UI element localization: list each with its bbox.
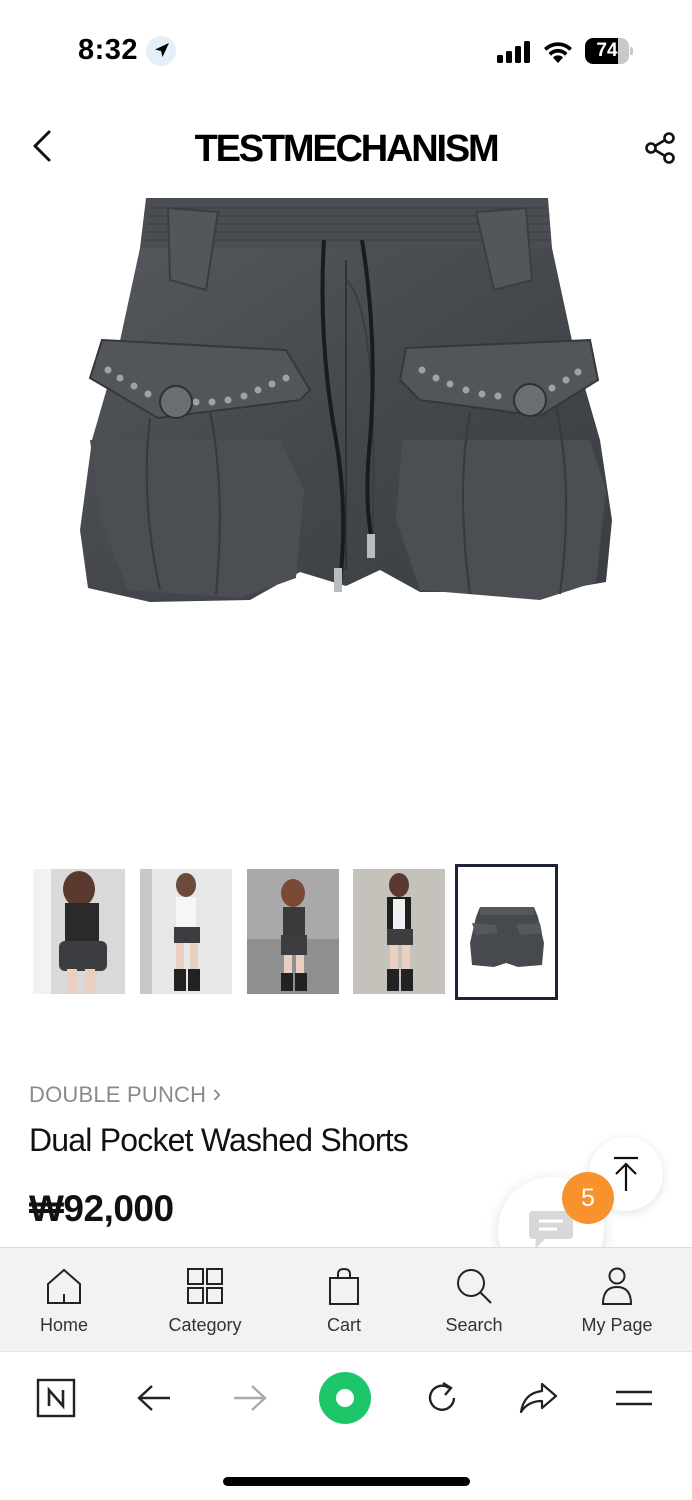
search-icon — [457, 1269, 492, 1304]
status-bar: 8:32 74 — [0, 0, 692, 100]
nav-home[interactable]: Home — [4, 1248, 124, 1352]
battery-icon: 74 — [585, 38, 633, 64]
browser-back-button[interactable] — [130, 1374, 178, 1422]
home-indicator — [223, 1477, 470, 1486]
nav-label-category: Category — [168, 1315, 242, 1335]
status-time: 8:32 — [78, 34, 139, 66]
browser-menu-button[interactable] — [610, 1374, 658, 1422]
thumbnail-2[interactable] — [140, 869, 232, 994]
nav-cart[interactable]: Cart — [284, 1248, 404, 1352]
refresh-icon — [428, 1381, 456, 1411]
thumbnail-strip — [33, 864, 593, 1000]
thumbnail-1[interactable] — [33, 869, 125, 994]
menu-icon — [616, 1390, 652, 1406]
home-icon — [47, 1268, 81, 1304]
nav-category[interactable]: Category — [145, 1248, 265, 1352]
product-main-image[interactable] — [0, 190, 692, 830]
brand-link[interactable]: DOUBLE PUNCH › — [29, 1078, 221, 1109]
share-button[interactable] — [640, 128, 680, 168]
nav-label-home: Home — [39, 1315, 88, 1335]
chevron-right-icon: › — [212, 1078, 222, 1108]
grid-icon — [187, 1268, 223, 1304]
shopping-bag-icon — [329, 1267, 359, 1305]
app-header: TESTMECHANISM — [0, 110, 692, 190]
product-price: ₩92,000 — [29, 1188, 174, 1229]
cellular-signal-icon — [497, 41, 530, 63]
naver-icon — [36, 1378, 76, 1418]
brand-name: DOUBLE PUNCH — [29, 1082, 207, 1107]
wifi-icon — [544, 42, 572, 63]
green-dot-icon — [319, 1372, 371, 1424]
share-icon — [645, 132, 675, 164]
page-title[interactable]: TESTMECHANISM — [0, 128, 692, 171]
nav-label-my-page: My Page — [581, 1315, 653, 1335]
arrow-left-icon — [137, 1385, 170, 1411]
naver-home-button[interactable] — [32, 1374, 80, 1422]
nav-search[interactable]: Search — [414, 1248, 534, 1352]
green-dot-button[interactable] — [318, 1371, 372, 1425]
shorts-image — [80, 198, 612, 602]
chat-badge-count: 5 — [562, 1172, 614, 1224]
user-icon — [601, 1267, 633, 1305]
bottom-nav: Home Category Cart Search My Page — [0, 1247, 692, 1351]
refresh-button[interactable] — [418, 1374, 466, 1422]
location-arrow-icon — [146, 36, 176, 66]
arrow-up-icon — [614, 1156, 638, 1191]
share-arrow-icon — [519, 1382, 558, 1414]
product-name: Dual Pocket Washed Shorts — [29, 1122, 409, 1158]
battery-percent: 74 — [596, 40, 618, 61]
thumbnail-3[interactable] — [247, 869, 339, 994]
arrow-right-icon — [234, 1385, 267, 1411]
thumbnail-4[interactable] — [353, 869, 445, 994]
browser-share-button[interactable] — [514, 1374, 562, 1422]
nav-label-cart: Cart — [326, 1315, 361, 1335]
nav-my-page[interactable]: My Page — [557, 1248, 677, 1352]
nav-label-search: Search — [445, 1315, 503, 1335]
browser-forward-button[interactable] — [226, 1374, 274, 1422]
thumbnail-5-selected[interactable] — [455, 864, 558, 1000]
